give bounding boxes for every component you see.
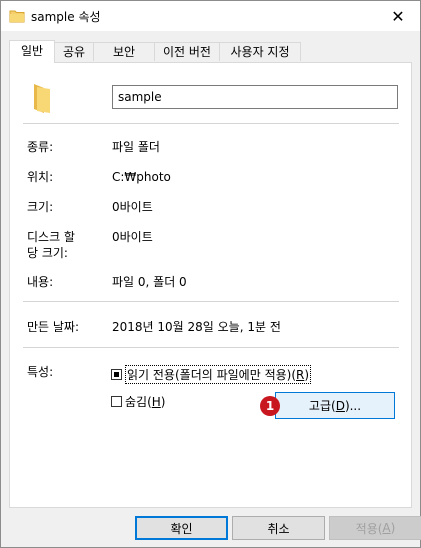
separator	[23, 301, 399, 302]
title-bar: sample 속성 ✕	[1, 1, 420, 31]
folder-icon	[34, 84, 50, 113]
contains-value: 파일 0, 폴더 0	[112, 275, 187, 289]
ok-button[interactable]: 확인	[135, 516, 228, 540]
readonly-label: 읽기 전용(폴더의 파일에만 적용)(R)	[125, 365, 312, 384]
size-label: 크기:	[27, 200, 54, 214]
type-label: 종류:	[27, 140, 54, 154]
size-value: 0바이트	[112, 200, 153, 214]
contains-label: 내용:	[27, 275, 54, 289]
step-badge: 1	[260, 396, 280, 416]
type-value: 파일 폴더	[112, 140, 160, 154]
tab-general[interactable]: 일반	[9, 40, 55, 63]
tab-customize[interactable]: 사용자 지정	[219, 42, 301, 61]
disk-size-label-line2: 당 크기:	[27, 246, 68, 260]
checkbox-indeterminate[interactable]	[111, 369, 122, 380]
general-panel: sample 종류: 파일 폴더 위치: C:₩photo 크기: 0바이트 디…	[9, 62, 412, 508]
separator	[23, 347, 399, 348]
checkbox[interactable]	[111, 396, 122, 407]
created-label: 만든 날짜:	[27, 320, 80, 334]
created-value: 2018년 10월 28일 오늘, 1분 전	[112, 320, 281, 334]
tab-sharing[interactable]: 공유	[54, 42, 94, 61]
attributes-label: 특성:	[27, 365, 54, 379]
window-title: sample 속성	[31, 10, 101, 24]
disk-size-label-line1: 디스크 할	[27, 230, 75, 244]
location-value: C:₩photo	[112, 170, 171, 184]
close-icon: ✕	[391, 6, 405, 26]
hidden-checkbox[interactable]: 숨김(H)	[111, 393, 165, 410]
tab-previous-versions[interactable]: 이전 버전	[154, 42, 220, 61]
separator	[23, 123, 399, 124]
tab-security[interactable]: 보안	[93, 42, 155, 61]
readonly-checkbox[interactable]: 읽기 전용(폴더의 파일에만 적용)(R)	[111, 365, 312, 384]
folder-icon	[9, 10, 25, 23]
folder-name-input[interactable]: sample	[112, 85, 398, 109]
disk-size-value: 0바이트	[112, 230, 153, 244]
location-label: 위치:	[27, 170, 54, 184]
advanced-button[interactable]: 고급(D)...	[275, 392, 395, 419]
apply-button[interactable]: 적용(A)	[329, 516, 421, 540]
properties-window: sample 속성 ✕ 일반 공유 보안 이전 버전 사용자 지정 sample…	[0, 0, 421, 548]
cancel-button[interactable]: 취소	[232, 516, 325, 540]
hidden-label: 숨김(H)	[125, 395, 166, 409]
close-button[interactable]: ✕	[376, 1, 420, 31]
